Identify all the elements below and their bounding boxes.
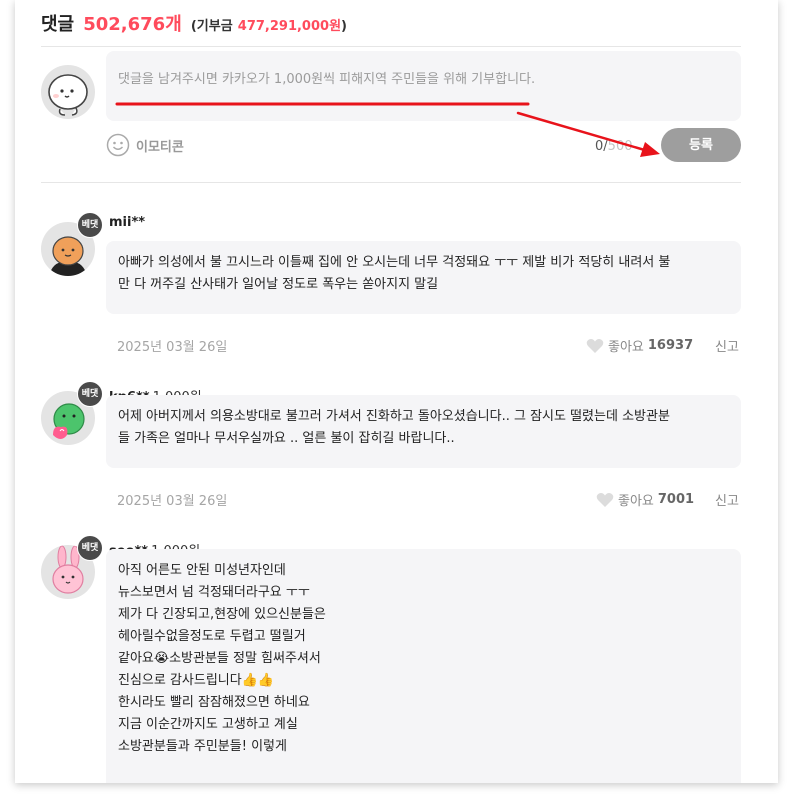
comment-text: 아빠가 의성에서 불 끄시느라 이틀째 집에 안 오시는데 너무 걱정돼요 ㅜㅜ… [118, 255, 671, 292]
comment-section: 댓글 502,676개 (기부금 477,291,000원) 댓글을 남겨주시면… [15, 0, 778, 783]
comment-text: 아직 어른도 안된 미성년자인데 뉴스보면서 넘 걱정돼더라구요 ㅜㅜ 제가 다… [118, 560, 727, 758]
comment-bubble: 어제 아버지께서 의용소방대로 불끄러 가셔서 진화하고 돌아오셨습니다.. 그… [106, 395, 741, 468]
comment-date: 2025년 03월 26일 [117, 494, 228, 509]
donation-close: ) [341, 19, 347, 34]
default-avatar-icon [48, 74, 88, 116]
comment-line: 진심으로 감사드립니다👍👍 [118, 673, 275, 688]
comment-input-placeholder: 댓글을 남겨주시면 카카오가 1,000원씩 피해지역 주민들을 위해 기부합니… [118, 72, 536, 87]
comment-line: 같아요😭소방관분들 정말 힘써주셔서 [118, 651, 321, 666]
report-button[interactable]: 신고 [715, 490, 739, 509]
comment-text: 어제 아버지께서 의용소방대로 불끄러 가셔서 진화하고 돌아오셨습니다.. 그… [118, 409, 670, 446]
comment-section-inner: 댓글 502,676개 (기부금 477,291,000원) 댓글을 남겨주시면… [41, 0, 741, 783]
emoticon-smile-icon [106, 133, 130, 157]
comment-line: 뉴스보면서 넘 걱정돼더라구요 ㅜㅜ [118, 585, 310, 600]
comment-header: 댓글 502,676개 (기부금 477,291,000원) [41, 10, 347, 36]
char-counter: 0/500 [595, 139, 633, 154]
comment-line: 소방관분들과 주민분들! 이렇게 [118, 739, 287, 754]
comment-line: 아직 어른도 안된 미성년자인데 [118, 563, 286, 578]
header-divider [41, 46, 741, 47]
submit-button[interactable]: 등록 [661, 128, 741, 162]
donation-amount: 477,291,000원 [237, 19, 342, 34]
comment-line: 제가 다 긴장되고,현장에 있으신분들은 [118, 607, 326, 622]
emoticon-button[interactable]: 이모티콘 [106, 133, 184, 157]
comment-line: 헤아릴수없을정도로 두렵고 떨릴거 [118, 629, 306, 644]
comment-line: 한시라도 빨리 잠잠해졌으면 하네요 [118, 695, 310, 710]
composer-divider [41, 182, 741, 183]
best-comment-badge: 베댓 [77, 535, 103, 561]
like-button[interactable]: 좋아요 7001 [596, 490, 694, 509]
comment-bubble: 아직 어른도 안된 미성년자인데 뉴스보면서 넘 걱정돼더라구요 ㅜㅜ 제가 다… [106, 549, 741, 783]
emoticon-label: 이모티콘 [136, 139, 184, 155]
heart-icon [586, 338, 604, 353]
best-comment-badge: 베댓 [77, 212, 103, 238]
char-count-max: 500 [607, 139, 633, 154]
heart-icon [596, 492, 614, 507]
like-label: 좋아요 [618, 494, 654, 509]
comment-date: 2025년 03월 26일 [117, 340, 228, 355]
like-button[interactable]: 좋아요 16937 [586, 336, 693, 355]
comment-author: mii** [109, 215, 148, 230]
donation-open: (기부금 [190, 19, 233, 34]
like-label: 좋아요 [608, 340, 644, 355]
comment-bubble: 아빠가 의성에서 불 끄시느라 이틀째 집에 안 오시는데 너무 걱정돼요 ㅜㅜ… [106, 241, 741, 314]
comment-title: 댓글 [41, 14, 75, 35]
author-name: mii** [109, 215, 146, 230]
my-avatar [41, 65, 95, 119]
comment-input[interactable]: 댓글을 남겨주시면 카카오가 1,000원씩 피해지역 주민들을 위해 기부합니… [106, 51, 741, 121]
comment-count: 502,676개 [83, 14, 182, 35]
like-count: 16937 [647, 338, 694, 353]
like-count: 7001 [657, 492, 695, 507]
comment-line: 지금 이순간까지도 고생하고 계실 [118, 717, 298, 732]
report-button[interactable]: 신고 [715, 336, 739, 355]
best-comment-badge: 베댓 [77, 381, 103, 407]
